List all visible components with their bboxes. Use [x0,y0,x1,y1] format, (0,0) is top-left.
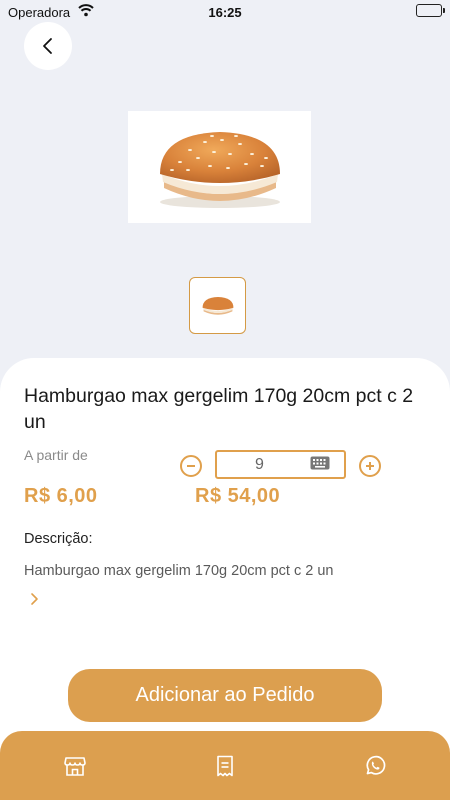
receipt-icon [217,755,233,777]
quantity-stepper [215,450,346,479]
nav-orders[interactable] [211,752,239,780]
chevron-left-icon [43,38,52,54]
description-text: Hamburgao max gergelim 170g 20cm pct c 2… [24,563,334,579]
decrease-quantity-button[interactable] [180,455,202,477]
chevron-right-icon[interactable] [30,592,40,611]
unit-price: R$ 6,00 [24,485,98,507]
nav-store[interactable] [61,752,89,780]
nav-whatsapp[interactable] [361,752,389,780]
back-button[interactable] [24,22,72,70]
keyboard-icon[interactable] [310,456,330,475]
minus-icon [187,465,195,467]
clock: 16:25 [208,5,242,20]
product-image [128,111,311,223]
bottom-nav [0,731,450,800]
store-icon [64,757,86,776]
burger-bun-thumbnail-icon [202,296,233,315]
status-bar: Operadora 16:25 [0,0,450,24]
plus-icon [366,462,374,470]
from-price-label: A partir de [24,447,88,463]
description-label: Descrição: [24,531,93,547]
add-to-order-button[interactable]: Adicionar ao Pedido [68,669,382,722]
product-title: Hamburgao max gergelim 170g 20cm pct c 2… [24,385,414,433]
battery-icon [416,4,445,17]
product-thumbnail[interactable] [189,277,246,334]
whatsapp-icon [366,755,386,775]
total-price: R$ 54,00 [195,485,281,507]
increase-quantity-button[interactable] [359,455,381,477]
quantity-input[interactable] [217,452,292,477]
